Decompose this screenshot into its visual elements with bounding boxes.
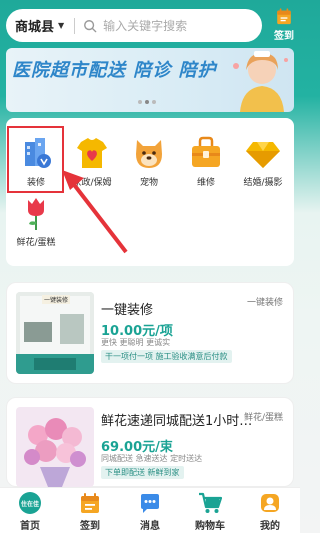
bottom-nav: 住在佳 首页 签到 消息 购物车 我的 [0, 487, 300, 533]
product-image-caption: 一键装修 [42, 295, 71, 304]
category-flowers-cakes[interactable]: 鲜花/蛋糕 [8, 194, 64, 248]
category-label: 维修 [196, 178, 215, 188]
product-title: 鲜花速递同城配送1小时… [101, 414, 253, 429]
caret-down-icon: ▼ [58, 21, 65, 30]
home-badge-text: 住在佳 [20, 500, 39, 508]
red-arrow-annotation [62, 170, 128, 254]
banner-pagination [138, 100, 156, 104]
product-title: 一键装修 [101, 303, 154, 318]
product-image: 一键装修 [16, 292, 94, 374]
product-image [16, 407, 94, 487]
product-card-renovation[interactable]: 一键装修 一键装修 一键装修 10.00元/项 更快 更聪明 更诚实 干一项付一… [6, 282, 294, 384]
pagination-dot[interactable] [138, 100, 142, 104]
nav-home[interactable]: 住在佳 首页 [0, 488, 60, 533]
product-category-tag: 鲜花/蛋糕 [243, 413, 283, 423]
location-label: 商城县 [15, 20, 55, 35]
product-badge: 下单即配送 新鲜到家 [101, 466, 184, 479]
category-label: 鲜花/蛋糕 [16, 238, 56, 248]
pagination-dot[interactable] [152, 100, 156, 104]
toolbox-icon [192, 136, 220, 167]
search-bar[interactable]: 商城县 ▼ 输入关键字搜索 [6, 9, 262, 42]
product-subtitle: 更快 更聪明 更诚实 [101, 338, 171, 347]
nav-label: 我的 [260, 521, 280, 532]
product-subtitle: 同城配送 急速送达 定时送达 [101, 454, 203, 463]
category-grid: 装修 家政/保姆 宠物 维修 结婚/摄影 鲜花/蛋糕 [6, 118, 294, 266]
diamond-icon [246, 142, 280, 168]
nav-label: 购物车 [195, 521, 225, 532]
header: 商城县 ▼ 输入关键字搜索 签到 [0, 0, 300, 50]
tshirt-heart-icon [77, 138, 107, 168]
banner-text: 医院超市配送 陪诊 陪护 [12, 60, 217, 81]
user-icon [261, 494, 279, 512]
nav-signin[interactable]: 签到 [60, 488, 120, 533]
rose-icon [28, 198, 44, 230]
signin-label: 签到 [274, 31, 294, 42]
renovation-room-image [16, 292, 94, 374]
category-label: 结婚/摄影 [243, 178, 283, 188]
category-label: 宠物 [139, 178, 158, 188]
cart-icon [199, 492, 222, 513]
calendar-icon [81, 493, 99, 513]
signin-button[interactable]: 签到 [270, 8, 298, 42]
pagination-dot-active[interactable] [145, 100, 149, 104]
nav-cart[interactable]: 购物车 [180, 488, 240, 533]
highlight-box [7, 126, 64, 193]
category-wedding[interactable]: 结婚/摄影 [235, 134, 291, 188]
nav-profile[interactable]: 我的 [240, 488, 300, 533]
location-selector[interactable]: 商城县 ▼ [6, 9, 64, 42]
product-badge: 干一项付一项 施工验收满意后付款 [101, 350, 232, 363]
signin-icon [277, 8, 291, 25]
nurse-illustration [233, 51, 288, 112]
nav-messages[interactable]: 消息 [120, 488, 180, 533]
nav-label: 首页 [20, 521, 40, 532]
search-icon [84, 19, 97, 32]
message-icon [141, 494, 159, 513]
nav-label: 消息 [140, 521, 160, 532]
search-divider [74, 17, 76, 34]
nav-label: 签到 [80, 521, 100, 532]
dog-icon [136, 140, 162, 168]
flower-bouquet-image [16, 407, 94, 487]
category-repair[interactable]: 维修 [178, 134, 234, 188]
product-card-flowers[interactable]: 鲜花速递同城配送1小时… 鲜花/蛋糕 69.00元/束 同城配送 急速送达 定时… [6, 397, 294, 487]
product-category-tag: 一键装修 [246, 298, 283, 308]
home-icon: 住在佳 [19, 492, 41, 514]
search-input[interactable]: 输入关键字搜索 [103, 17, 187, 34]
